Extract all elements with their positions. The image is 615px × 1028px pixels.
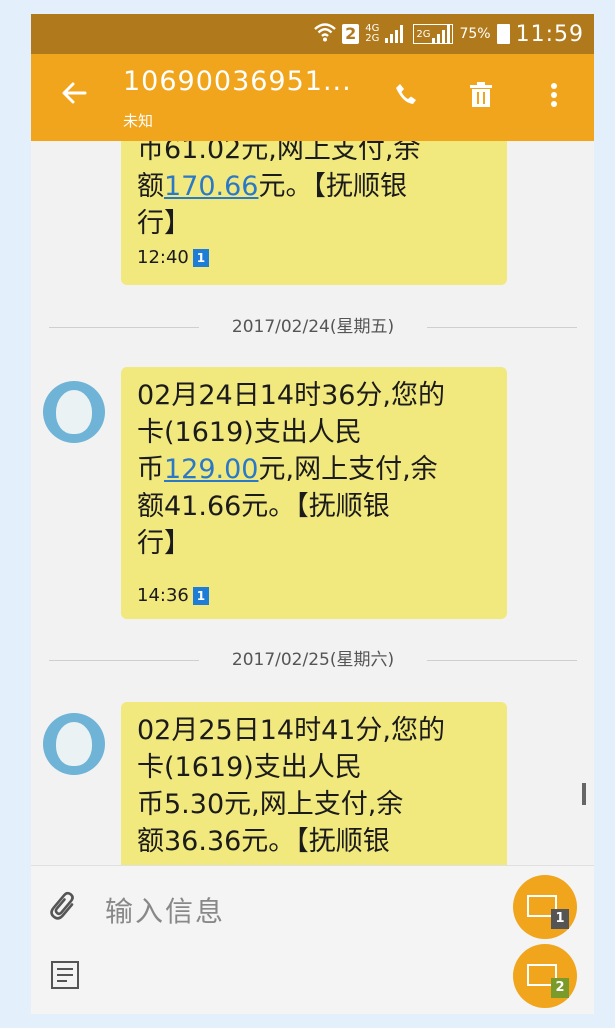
sim-2-badge: 2 (342, 24, 360, 44)
amount-link[interactable]: 129.00 (164, 454, 258, 485)
status-time: 11:59 (515, 21, 584, 47)
message-time: 14:36 1 (137, 585, 209, 606)
send-sim1-badge: 1 (551, 909, 569, 929)
scrollbar[interactable] (582, 783, 586, 805)
message-line: 卡(1619)支出人民 (137, 417, 362, 448)
network-2g-label: 2G (416, 28, 431, 40)
message-line: 02月25日14时41分,您的 (137, 715, 446, 746)
message-line: 02月24日14时36分,您的 (137, 380, 446, 411)
message-text-fragment: 元,网上支付,余 (258, 454, 438, 485)
message-text: 币61.02元,网上支付,余 额170.66元。【抚顺银 行】 (137, 141, 497, 242)
date-label: 2017/02/25(星期六) (231, 650, 395, 670)
more-vert-icon[interactable] (550, 82, 558, 113)
message-bubble[interactable]: 02月25日14时41分,您的 卡(1619)支出人民 币5.30元,网上支付,… (121, 702, 507, 865)
message-time: 12:40 1 (137, 247, 209, 268)
conversation-subtitle: 未知 (123, 112, 154, 130)
message-timestamp: 14:36 (137, 585, 189, 606)
message-line: 币129.00元,网上支付,余 (137, 451, 497, 488)
avatar[interactable] (43, 713, 105, 775)
paperclip-icon[interactable] (36, 885, 84, 935)
conversation-title: 10690036951... (123, 66, 352, 97)
amount-link[interactable]: 170.66 (164, 171, 258, 202)
signal-2g-icon (432, 25, 451, 43)
message-line: 行】 (137, 528, 191, 559)
phone-icon[interactable] (394, 82, 418, 111)
message-line: 币61.02元,网上支付,余 (137, 141, 421, 165)
message-list[interactable]: 币61.02元,网上支付,余 额170.66元。【抚顺银 行】 12:40 1 … (31, 141, 594, 865)
sim-1-badge: 1 (192, 586, 209, 605)
message-input[interactable]: 输入信息 (105, 890, 225, 930)
sim-1-badge: 1 (192, 248, 209, 267)
template-icon[interactable] (51, 961, 79, 989)
message-text: 02月25日14时41分,您的 卡(1619)支出人民 币5.30元,网上支付,… (137, 712, 497, 860)
message-bubble[interactable]: 02月24日14时36分,您的 卡(1619)支出人民 币129.00元,网上支… (121, 367, 507, 619)
phone-screen: 2 4G 2G 2G 75% 11:59 10690036951... 未知 币… (31, 14, 594, 1014)
network-type: 4G 2G (365, 24, 379, 44)
message-text-fragment: 额 (137, 171, 164, 202)
send-sim1-button[interactable]: 1 (513, 875, 577, 939)
battery-icon (496, 24, 510, 44)
status-bar: 2 4G 2G 2G 75% 11:59 (31, 14, 594, 54)
message-line: 行】 (137, 208, 191, 239)
date-divider: 2017/02/24(星期五) (49, 315, 577, 339)
app-bar: 10690036951... 未知 (31, 54, 594, 141)
message-bubble[interactable]: 币61.02元,网上支付,余 额170.66元。【抚顺银 行】 12:40 1 (121, 141, 507, 285)
send-sim2-button[interactable]: 2 (513, 944, 577, 1008)
avatar[interactable] (43, 381, 105, 443)
compose-bar: 输入信息 1 2 (31, 865, 594, 1014)
message-line: 额36.36元。【抚顺银 (137, 826, 390, 857)
message-timestamp: 12:40 (137, 247, 189, 268)
message-line: 币5.30元,网上支付,余 (137, 789, 404, 820)
send-sim2-badge: 2 (551, 978, 569, 998)
message-text-fragment: 币 (137, 454, 164, 485)
message-line: 额170.66元。【抚顺银 (137, 168, 497, 205)
battery-percent: 75% (459, 26, 491, 42)
message-text-fragment: 元。【抚顺银 (258, 171, 407, 202)
arrow-left-icon[interactable] (61, 80, 87, 112)
date-divider: 2017/02/25(星期六) (49, 648, 577, 672)
signal-icon (385, 25, 407, 43)
message-text: 02月24日14时36分,您的 卡(1619)支出人民 币129.00元,网上支… (137, 377, 497, 562)
network-type-bottom: 2G (365, 33, 380, 44)
message-line: 卡(1619)支出人民 (137, 752, 362, 783)
trash-icon[interactable] (469, 82, 493, 113)
date-label: 2017/02/24(星期五) (231, 317, 395, 337)
wifi-icon (314, 22, 336, 47)
sim-2g-signal: 2G (413, 24, 454, 44)
message-line: 额41.66元。【抚顺银 (137, 491, 390, 522)
